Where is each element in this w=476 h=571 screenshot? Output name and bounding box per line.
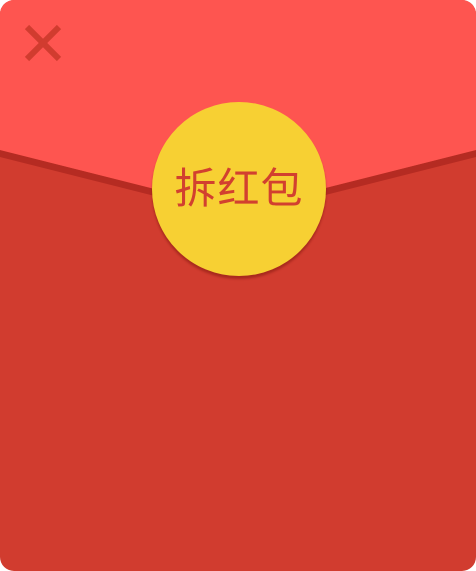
open-envelope-label: 拆红包 [174, 164, 304, 213]
red-envelope: 拆红包 [0, 0, 476, 571]
close-button[interactable] [22, 22, 64, 64]
open-envelope-button[interactable]: 拆红包 [152, 102, 326, 276]
close-icon [24, 24, 62, 62]
